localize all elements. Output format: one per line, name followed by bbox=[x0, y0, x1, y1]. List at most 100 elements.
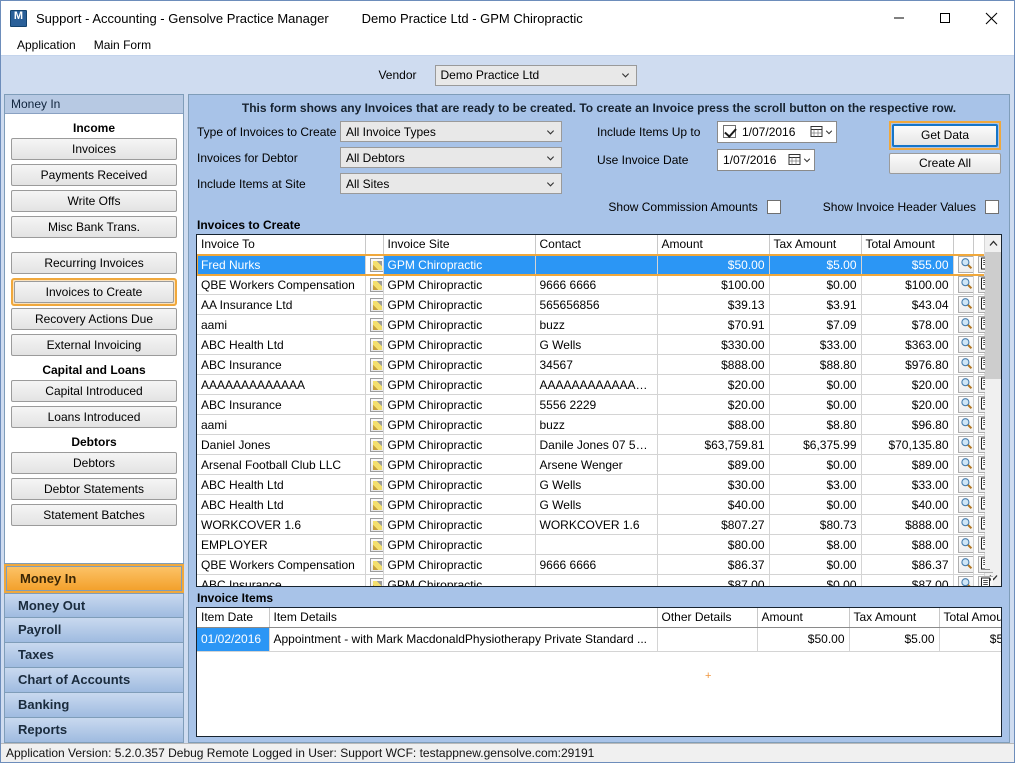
pencil-icon[interactable] bbox=[365, 414, 384, 435]
table-row[interactable]: ABC Health Ltd GPM Chiropractic G Wells $40… bbox=[197, 494, 994, 515]
column-header-amount[interactable]: Amount bbox=[657, 235, 770, 255]
include-items-up-to-datepicker[interactable]: 1/07/2016 bbox=[717, 120, 837, 143]
create-all-button[interactable]: Create All bbox=[889, 153, 1001, 174]
pencil-icon[interactable] bbox=[365, 534, 384, 555]
sidebar-item-invoices-to-create[interactable]: Invoices to Create bbox=[14, 281, 174, 303]
use-invoice-date-datepicker[interactable]: 1/07/2016 bbox=[717, 148, 815, 171]
pencil-icon[interactable] bbox=[365, 334, 384, 355]
column-header-contact[interactable]: Contact bbox=[535, 235, 658, 255]
pencil-icon[interactable] bbox=[365, 494, 384, 515]
show-invoice-header-values-checkbox[interactable] bbox=[985, 200, 999, 214]
list-item[interactable]: 01/02/2016 Appointment - with Mark Macdon… bbox=[197, 627, 1001, 652]
pencil-icon[interactable] bbox=[365, 294, 384, 315]
magnifier-icon[interactable] bbox=[953, 514, 974, 535]
show-commission-amounts-checkbox[interactable] bbox=[766, 200, 781, 214]
chevron-down-icon[interactable] bbox=[803, 156, 811, 164]
sidebar-nav-payroll[interactable]: Payroll bbox=[4, 618, 184, 643]
magnifier-icon[interactable] bbox=[953, 274, 974, 295]
scroll-document-icon[interactable] bbox=[973, 574, 994, 586]
table-row[interactable]: Arsenal Football Club LLC GPM Chiropracti… bbox=[197, 454, 994, 475]
magnifier-icon[interactable] bbox=[953, 414, 974, 435]
filter-type-of-invoices-select[interactable]: All Invoice Types bbox=[340, 121, 562, 142]
close-icon[interactable] bbox=[968, 1, 1014, 35]
magnifier-icon[interactable] bbox=[953, 454, 974, 475]
magnifier-icon[interactable] bbox=[953, 494, 974, 515]
table-row[interactable]: ABC Insurance GPM Chiropractic $87.00 $0.00… bbox=[197, 574, 994, 586]
pencil-icon[interactable] bbox=[365, 314, 384, 335]
sidebar-nav-money-in[interactable]: Money In bbox=[6, 566, 182, 591]
items-column-header-other-details[interactable]: Other Details bbox=[657, 608, 758, 628]
sidebar-item-capital-introduced[interactable]: Capital Introduced bbox=[11, 380, 177, 402]
items-column-header-item-details[interactable]: Item Details bbox=[269, 608, 658, 628]
table-row[interactable]: Fred Nurks GPM Chiropractic $50.00 $5.00 $55… bbox=[197, 253, 994, 276]
pencil-icon[interactable] bbox=[365, 454, 384, 475]
column-header-tax-amount[interactable]: Tax Amount bbox=[769, 235, 862, 255]
scrollbar-track[interactable] bbox=[985, 252, 1001, 569]
pencil-icon[interactable] bbox=[365, 434, 384, 455]
table-row[interactable]: AAAAAAAAAAAAA GPM Chiropractic AAAAAAAAAAA… bbox=[197, 374, 994, 395]
include-items-up-to-checkbox[interactable] bbox=[723, 125, 736, 138]
magnifier-icon[interactable] bbox=[953, 554, 974, 575]
magnifier-icon[interactable] bbox=[953, 394, 974, 415]
magnifier-icon[interactable] bbox=[953, 294, 974, 315]
magnifier-icon[interactable] bbox=[953, 434, 974, 455]
table-row[interactable]: QBE Workers Compensation GPM Chiropractic… bbox=[197, 274, 994, 295]
magnifier-icon[interactable] bbox=[953, 254, 974, 275]
sidebar-nav-money-out[interactable]: Money Out bbox=[4, 593, 184, 618]
items-column-header-tax-amount[interactable]: Tax Amount bbox=[849, 608, 940, 628]
magnifier-icon[interactable] bbox=[953, 314, 974, 335]
table-row[interactable]: ABC Insurance GPM Chiropractic 5556 2229 $2… bbox=[197, 394, 994, 415]
pencil-icon[interactable] bbox=[365, 474, 384, 495]
vendor-select[interactable]: Demo Practice Ltd bbox=[434, 64, 637, 86]
pencil-icon[interactable] bbox=[365, 554, 384, 575]
table-row[interactable]: ABC Insurance GPM Chiropractic 34567 $888.0… bbox=[197, 354, 994, 375]
magnifier-icon[interactable] bbox=[953, 574, 974, 586]
table-row[interactable]: aami GPM Chiropractic buzz $70.91 $7.09 $78.0… bbox=[197, 314, 994, 335]
column-header-total-amount[interactable]: Total Amount bbox=[861, 235, 954, 255]
table-row[interactable]: AA Insurance Ltd GPM Chiropractic 56565685… bbox=[197, 294, 994, 315]
sidebar-item-recovery-actions-due[interactable]: Recovery Actions Due bbox=[11, 308, 177, 330]
magnifier-icon[interactable] bbox=[953, 354, 974, 375]
table-row[interactable]: Daniel Jones GPM Chiropractic Danile Jones… bbox=[197, 434, 994, 455]
sidebar-nav-reports[interactable]: Reports bbox=[4, 718, 184, 743]
filter-include-items-at-site-select[interactable]: All Sites bbox=[340, 173, 562, 194]
sidebar-nav-taxes[interactable]: Taxes bbox=[4, 643, 184, 668]
chevron-down-icon[interactable] bbox=[825, 128, 833, 136]
pencil-icon[interactable] bbox=[365, 274, 384, 295]
table-row[interactable]: WORKCOVER 1.6 GPM Chiropractic WORKCOVER 1… bbox=[197, 514, 994, 535]
sidebar-item-invoices[interactable]: Invoices bbox=[11, 138, 177, 160]
get-data-button[interactable]: Get Data bbox=[892, 124, 998, 147]
sidebar-item-external-invoicing[interactable]: External Invoicing bbox=[11, 334, 177, 356]
table-row[interactable]: ABC Health Ltd GPM Chiropractic G Wells $33… bbox=[197, 334, 994, 355]
pencil-icon[interactable] bbox=[365, 254, 384, 275]
filter-invoices-for-debtor-select[interactable]: All Debtors bbox=[340, 147, 562, 168]
magnifier-icon[interactable] bbox=[953, 334, 974, 355]
items-column-header-total-amount[interactable]: Total Amount bbox=[939, 608, 1001, 628]
sidebar-item-recurring-invoices[interactable]: Recurring Invoices bbox=[11, 252, 177, 274]
minimize-icon[interactable] bbox=[876, 1, 922, 35]
maximize-icon[interactable] bbox=[922, 1, 968, 35]
items-column-header-amount[interactable]: Amount bbox=[757, 608, 850, 628]
pencil-icon[interactable] bbox=[365, 354, 384, 375]
column-header-invoice-site[interactable]: Invoice Site bbox=[383, 235, 536, 255]
scroll-up-icon[interactable] bbox=[985, 235, 1001, 252]
column-header-invoice-to[interactable]: Invoice To bbox=[197, 235, 366, 255]
table-row[interactable]: aami GPM Chiropractic buzz $88.00 $8.80 $96.8… bbox=[197, 414, 994, 435]
table-row[interactable]: QBE Workers Compensation GPM Chiropractic… bbox=[197, 554, 994, 575]
table-row[interactable]: ABC Health Ltd GPM Chiropractic G Wells $30… bbox=[197, 474, 994, 495]
sidebar-item-loans-introduced[interactable]: Loans Introduced bbox=[11, 406, 177, 428]
sidebar-item-payments-received[interactable]: Payments Received bbox=[11, 164, 177, 186]
sidebar-item-debtors[interactable]: Debtors bbox=[11, 452, 177, 474]
pencil-icon[interactable] bbox=[365, 574, 384, 586]
sidebar-item-misc-bank-trans[interactable]: Misc Bank Trans. bbox=[11, 216, 177, 238]
table-row[interactable]: EMPLOYER GPM Chiropractic $80.00 $8.00 $88.0… bbox=[197, 534, 994, 555]
scrollbar-thumb[interactable] bbox=[985, 252, 1001, 379]
menu-item-main-form[interactable]: Main Form bbox=[85, 36, 160, 54]
sidebar-item-statement-batches[interactable]: Statement Batches bbox=[11, 504, 177, 526]
show-invoice-header-values-option[interactable]: Show Invoice Header Values bbox=[823, 200, 999, 214]
show-commission-amounts-option[interactable]: Show Commission Amounts bbox=[608, 200, 781, 214]
pencil-icon[interactable] bbox=[365, 514, 384, 535]
sidebar-nav-banking[interactable]: Banking bbox=[4, 693, 184, 718]
sidebar-item-debtor-statements[interactable]: Debtor Statements bbox=[11, 478, 177, 500]
pencil-icon[interactable] bbox=[365, 374, 384, 395]
